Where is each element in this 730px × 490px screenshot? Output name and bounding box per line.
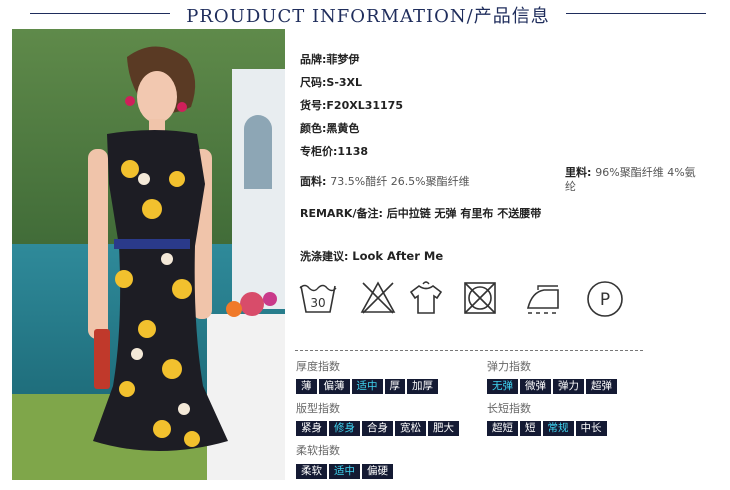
fit-option: 宽松 bbox=[395, 421, 426, 436]
color-label: 颜色: bbox=[300, 122, 327, 135]
elasticity-option: 无弹 bbox=[487, 379, 518, 394]
color-value: 黑黄色 bbox=[326, 122, 360, 135]
price-label: 专柜价: bbox=[300, 145, 338, 158]
remark-value: 后中拉链 无弹 有里布 不送腰带 bbox=[386, 207, 542, 220]
length-option: 中长 bbox=[575, 421, 607, 436]
fit-option: 肥大 bbox=[428, 421, 459, 436]
brand-value: 菲梦伊 bbox=[326, 53, 360, 66]
fabric-label: 面料: bbox=[300, 175, 327, 188]
brand-label: 品牌: bbox=[300, 53, 327, 66]
wash-temperature: 30 bbox=[310, 296, 325, 310]
remark-label: REMARK/备注: bbox=[300, 207, 383, 220]
thickness-option: 厚 bbox=[384, 379, 405, 394]
model-dress-illustration bbox=[12, 29, 285, 480]
size-label: 尺码: bbox=[300, 76, 327, 89]
lining-row: 里料: 96%聚酯纤维 4%氨纶 bbox=[565, 166, 705, 194]
fit-option: 合身 bbox=[362, 421, 393, 436]
length-option: 超短 bbox=[487, 421, 518, 436]
product-photo bbox=[12, 29, 285, 480]
thickness-option: 适中 bbox=[351, 379, 383, 394]
fit-label: 版型指数 bbox=[296, 402, 340, 415]
softness-options: 柔软 适中 偏硬 bbox=[296, 464, 393, 479]
length-option: 常规 bbox=[542, 421, 574, 436]
elasticity-options: 无弹 微弹 弹力 超弹 bbox=[487, 379, 617, 394]
sku-row: 货号:F20XL31175 bbox=[300, 97, 403, 113]
thickness-option: 偏薄 bbox=[318, 379, 350, 394]
care-instructions: 洗涤建议: Look After Me bbox=[300, 248, 443, 264]
elasticity-label: 弹力指数 bbox=[487, 360, 531, 373]
section-title: PROUDUCT INFORMATION/产品信息 bbox=[186, 6, 550, 27]
dry-clean-letter: P bbox=[600, 290, 610, 310]
care-label: 洗涤建议: bbox=[300, 250, 349, 263]
divider bbox=[295, 350, 643, 351]
length-label: 长短指数 bbox=[487, 402, 531, 415]
softness-option: 适中 bbox=[329, 464, 360, 479]
thickness-label: 厚度指数 bbox=[296, 360, 340, 373]
elasticity-option: 超弹 bbox=[586, 379, 617, 394]
length-options: 超短短常规 中长 bbox=[487, 421, 607, 436]
section-header: PROUDUCT INFORMATION/产品信息 bbox=[0, 0, 730, 28]
dry-clean-p-icon: P bbox=[586, 280, 624, 322]
thickness-option: 加厚 bbox=[407, 379, 438, 394]
size-row: 尺码:S-3XL bbox=[300, 74, 362, 90]
softness-label: 柔软指数 bbox=[296, 444, 340, 457]
wash-30-icon: 30 bbox=[298, 280, 338, 320]
softness-option: 偏硬 bbox=[362, 464, 393, 479]
price-value: 1138 bbox=[337, 145, 369, 158]
size-value: S-3XL bbox=[326, 76, 363, 89]
brand-row: 品牌:菲梦伊 bbox=[300, 51, 359, 67]
softness-option: 柔软 bbox=[296, 464, 327, 479]
fabric-row: 面料: 73.5%醋纤 26.5%聚酯纤维 bbox=[300, 173, 470, 189]
elasticity-option: 微弹 bbox=[520, 379, 551, 394]
thickness-option: 薄 bbox=[296, 379, 317, 394]
care-icons: 30 P bbox=[298, 280, 628, 320]
no-tumble-dry-icon bbox=[462, 280, 498, 320]
elasticity-option: 弹力 bbox=[553, 379, 584, 394]
remark-row: REMARK/备注: 后中拉链 无弹 有里布 不送腰带 bbox=[300, 205, 541, 221]
color-row: 颜色:黑黄色 bbox=[300, 120, 359, 136]
fit-option: 修身 bbox=[329, 421, 360, 436]
fit-options: 紧身 修身 合身 宽松 肥大 bbox=[296, 421, 459, 436]
hang-dry-icon bbox=[408, 280, 444, 320]
sku-label: 货号: bbox=[300, 99, 327, 112]
iron-low-icon bbox=[524, 280, 564, 320]
header-line-left bbox=[30, 13, 170, 14]
header-line-right bbox=[566, 13, 706, 14]
thickness-options: 薄偏薄 适中厚加厚 bbox=[296, 379, 438, 394]
sku-value: F20XL31175 bbox=[326, 99, 403, 112]
fit-option: 紧身 bbox=[296, 421, 327, 436]
lining-label: 里料: bbox=[565, 166, 592, 179]
length-option: 短 bbox=[520, 421, 541, 436]
no-bleach-icon bbox=[360, 280, 396, 320]
price-row: 专柜价:1138 bbox=[300, 143, 368, 159]
fabric-value: 73.5%醋纤 26.5%聚酯纤维 bbox=[330, 175, 470, 188]
care-value: Look After Me bbox=[352, 249, 444, 263]
